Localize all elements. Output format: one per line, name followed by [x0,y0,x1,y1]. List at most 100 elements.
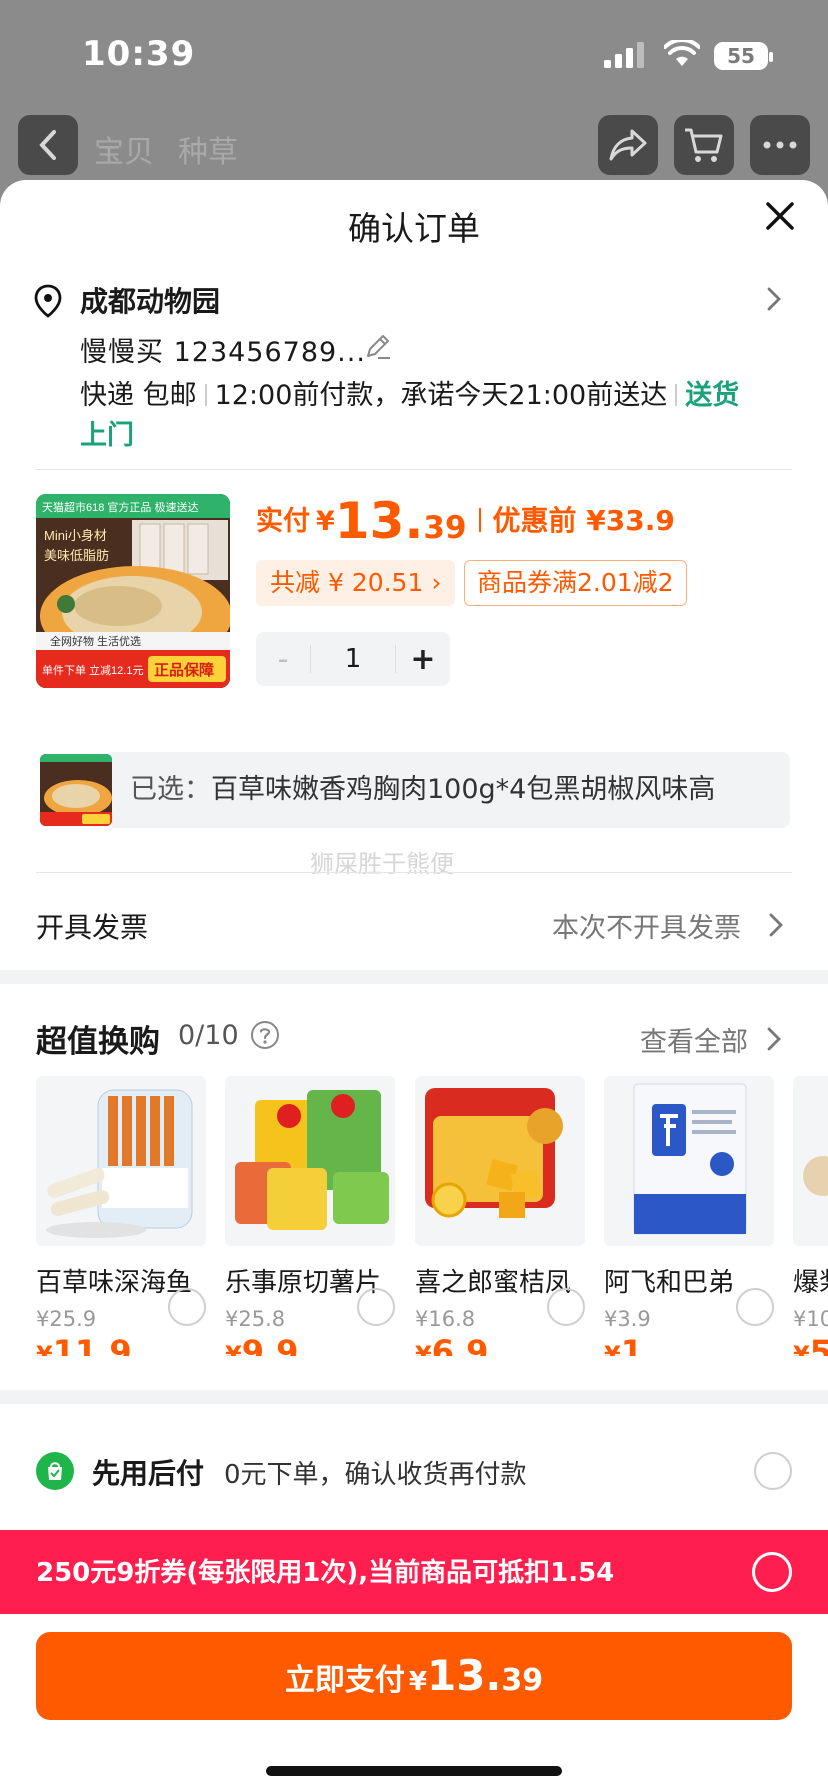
coupon-bar[interactable]: 250元9折券(每张限用1次),当前商品可抵扣1.54 [0,1530,828,1614]
exchange-item-new-price: ¥5 [793,1333,828,1356]
coupon-text: 250元9折券(每张限用1次),当前商品可抵扣1.54 [36,1558,615,1588]
pre-discount-price: 优惠前 ¥33.9 [492,504,675,537]
price-value: 1 [620,1333,643,1356]
separator [204,384,207,406]
shipping-info: 快递 包邮 12:00前付款，承诺今天21:00前送达 送货上门 [80,376,750,456]
exchange-item-image [604,1076,774,1246]
price-value: 11.9 [52,1333,132,1356]
wifi-icon [664,40,700,66]
increase-button[interactable]: + [396,642,450,677]
exchange-item[interactable]: 百草味深海鱼 ¥25.9 ¥11.9 [36,1076,206,1356]
exchange-item-image [793,1076,828,1246]
sheet-title: 确认订单 [348,209,480,248]
exchange-item-radio[interactable] [357,1288,395,1326]
spec-label: 已选： [130,774,211,805]
invoice-label: 开具发票 [36,911,149,944]
exchange-item[interactable]: 阿飞和巴弟 ¥3.9 ¥1 [604,1076,774,1356]
more-button[interactable] [750,115,810,175]
separator [675,384,678,406]
invoice-value[interactable]: 本次不开具发票 [552,906,741,945]
pay-now-button[interactable]: 立即支付 ¥13.39 [36,1632,792,1720]
spec-value: 百草味嫩香鸡胸肉100g*4包黑胡椒风味高 [211,774,716,805]
product-image[interactable]: 天猫超市618 官方正品 极速送达 Mini小身材 美味低脂肪 全网好物 生活优… [36,494,230,688]
exchange-item-radio[interactable] [547,1288,585,1326]
currency-symbol: ¥ [604,1341,621,1356]
status-time: 10:39 [82,34,196,74]
pay-later-desc: 0元下单，确认收货再付款 [224,1460,527,1490]
pay-later-title: 先用后付 [92,1457,205,1490]
pay-button-integer: 13. [426,1651,502,1700]
img-bullet-2: 美味低脂肪 [44,548,109,563]
decrease-button[interactable]: - [256,642,310,677]
status-bar: 10:39 55 [0,0,828,100]
share-button[interactable] [598,115,658,175]
exchange-item[interactable]: 喜之郎蜜桔凤 ¥16.8 ¥6.9 [415,1076,585,1356]
img-badge-top: 天猫超市618 官方正品 极速送达 [42,500,198,514]
back-button[interactable] [18,115,78,175]
pay-button-decimal: 39 [501,1663,544,1698]
battery-indicator: 55 [714,42,773,70]
discount-tag[interactable]: 共减 ¥ 20.51 › [256,560,456,606]
pay-later-icon [36,1452,74,1490]
product-nav-bar: 宝贝 种草 [0,115,828,181]
cart-button[interactable] [674,115,734,175]
chevron-left-icon [39,130,56,160]
help-icon[interactable] [250,1020,280,1050]
price-value: 9.9 [241,1333,299,1356]
img-footer-2: 单件下单 立减12.1元 [42,663,143,677]
signal-icon [604,42,644,68]
chevron-right-icon[interactable] [766,286,782,312]
exchange-list: 百草味深海鱼 ¥25.9 ¥11.9 乐事原切薯片 ¥25.8 ¥9.9 喜之郎… [36,1076,828,1356]
exchange-item-new-price: ¥1 [604,1333,774,1356]
pay-button-label: 立即支付 [284,1663,405,1698]
section-divider [0,1390,828,1404]
pay-later-radio[interactable] [754,1452,792,1490]
home-indicator [266,1766,562,1776]
exchange-item-radio[interactable] [736,1288,774,1326]
quantity-value[interactable]: 1 [310,645,396,673]
tab-review[interactable]: 种草 [178,127,238,171]
price-integer: 13. [334,492,424,550]
price-value: 6.9 [431,1333,489,1356]
spec-thumbnail[interactable] [40,754,112,826]
price-value: 5 [809,1333,828,1356]
chevron-right-icon[interactable] [768,912,784,938]
recipient-info[interactable]: 慢慢买 123456789... [80,330,366,369]
currency-symbol: ¥ [415,1341,432,1356]
coupon-radio[interactable] [752,1552,792,1592]
tab-item[interactable]: 宝贝 [94,127,154,171]
selected-spec[interactable]: 已选：百草味嫩香鸡胸肉100g*4包黑胡椒风味高 [112,752,790,828]
exchange-item-image [225,1076,395,1246]
share-icon [609,129,647,161]
actual-price: 实付 ¥13.39 优惠前 ¥33.9 [256,492,675,550]
location-pin-icon [34,284,62,318]
chevron-right-icon[interactable] [766,1026,782,1052]
exchange-item-new-price: ¥11.9 [36,1333,206,1356]
close-icon[interactable] [760,196,800,236]
watermark: 狮屎胜于熊便 [310,850,454,878]
address-name[interactable]: 成都动物园 [80,280,220,320]
img-guarantee: 正品保障 [154,661,214,679]
exchange-item-image [415,1076,585,1246]
confirm-order-sheet: 确认订单 成都动物园 慢慢买 123456789... 快递 包邮 12:00前付… [0,180,828,1792]
exchange-item-old-price: ¥10 [793,1307,828,1331]
currency-symbol: ¥ [793,1341,810,1356]
img-footer: 全网好物 生活优选 [50,634,141,648]
exchange-title: 超值换购 [36,1024,160,1060]
currency-symbol: ¥ [225,1341,242,1356]
product-photo: 天猫超市618 官方正品 极速送达 Mini小身材 美味低脂肪 全网好物 生活优… [36,494,230,688]
cart-icon [685,128,723,162]
price-decimal: 39 [423,510,467,546]
exchange-item[interactable]: 爆浆 ¥10 ¥5 [793,1076,828,1356]
exchange-item-new-price: ¥6.9 [415,1333,585,1356]
exchange-count: 0/10 [178,1020,239,1051]
view-all-link[interactable]: 查看全部 [640,1020,748,1059]
exchange-item-new-price: ¥9.9 [225,1333,395,1356]
delivery-promise: 12:00前付款，承诺今天21:00前送达 [214,380,668,411]
price-currency: ¥ [316,506,335,537]
exchange-item-radio[interactable] [168,1288,206,1326]
quantity-stepper: - 1 + [256,632,450,686]
img-bullet-1: Mini小身材 [44,528,107,543]
exchange-item[interactable]: 乐事原切薯片 ¥25.8 ¥9.9 [225,1076,395,1356]
edit-icon[interactable] [364,332,392,360]
